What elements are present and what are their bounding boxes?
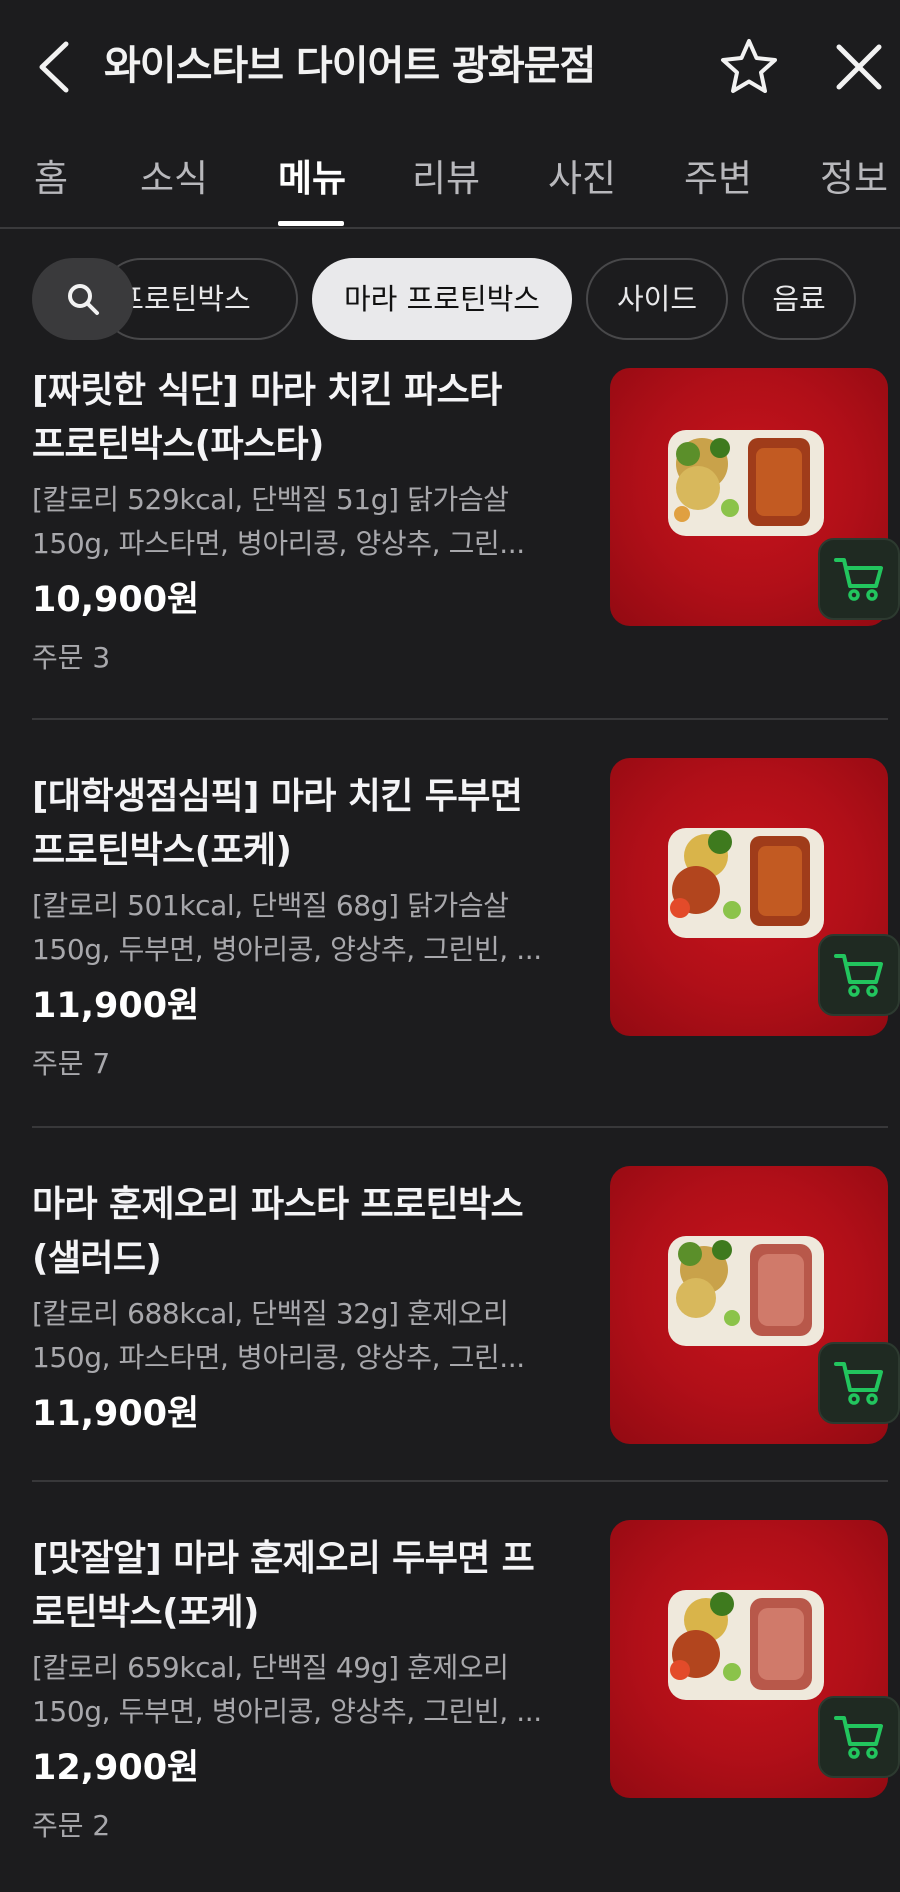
close-icon	[836, 44, 882, 90]
tab-info[interactable]: 정보	[820, 149, 888, 209]
chip-label: 프로틴박스	[117, 282, 251, 316]
item-divider	[32, 1480, 888, 1482]
chip-mala-protein-box[interactable]: 마라 프로틴박스	[312, 258, 572, 340]
star-outline-icon	[721, 39, 777, 93]
cart-icon	[834, 558, 883, 601]
menu-item-description-line: [칼로리 659kcal, 단백질 49g] 훈제오리	[32, 1651, 509, 1684]
item-divider	[32, 1126, 888, 1128]
menu-item-description: [칼로리 529kcal, 단백질 51g] 닭가슴살 150g, 파스타면, …	[32, 478, 572, 566]
menu-item-description-line: 150g, 두부면, 병아리콩, 양상추, 그린빈, ...	[32, 1695, 542, 1728]
category-chip-bar: 프로틴박스 마라 프로틴박스 사이드 음료	[0, 230, 900, 364]
menu-item-price: 11,900원	[32, 986, 200, 1026]
menu-item-name-line: 로틴박스(포케)	[32, 1592, 259, 1633]
tab-home[interactable]: 홈	[34, 149, 68, 209]
favorite-button[interactable]	[718, 36, 780, 98]
menu-item-description-line: [칼로리 501kcal, 단백질 68g] 닭가슴살	[32, 889, 509, 922]
menu-item-name-line: (샐러드)	[32, 1238, 162, 1279]
tab-photos[interactable]: 사진	[548, 149, 616, 209]
active-tab-indicator	[278, 221, 344, 226]
tab-bar: 홈 소식 메뉴 리뷰 사진 주변 정보	[0, 135, 900, 229]
chip-side[interactable]: 사이드	[586, 258, 728, 340]
menu-item-order-count: 주문 7	[32, 1047, 111, 1080]
menu-item[interactable]: [맛잘알] 마라 훈제오리 두부면 프 로틴박스(포케) [칼로리 659kca…	[32, 1520, 900, 1882]
menu-item-description: [칼로리 501kcal, 단백질 68g] 닭가슴살 150g, 두부면, 병…	[32, 884, 572, 972]
menu-item-description-line: [칼로리 529kcal, 단백질 51g] 닭가슴살	[32, 483, 509, 516]
menu-item-description: [칼로리 688kcal, 단백질 32g] 훈제오리 150g, 파스타면, …	[32, 1292, 572, 1380]
menu-item[interactable]: [짜릿한 식단] 마라 치킨 파스타 프로틴박스(파스타) [칼로리 529kc…	[32, 364, 900, 714]
menu-item-description-line: 150g, 두부면, 병아리콩, 양상추, 그린빈, ...	[32, 933, 542, 966]
menu-item-name-line: [대학생점심픽] 마라 치킨 두부면	[32, 776, 523, 817]
menu-item-name: [대학생점심픽] 마라 치킨 두부면 프로틴박스(포케)	[32, 770, 572, 878]
tab-reviews[interactable]: 리뷰	[412, 149, 480, 209]
menu-item-name-line: [맛잘알] 마라 훈제오리 두부면 프	[32, 1538, 535, 1579]
search-icon	[68, 284, 99, 315]
page-title: 와이스타브 다이어트 광화문점	[104, 43, 596, 89]
add-to-cart-button[interactable]	[818, 538, 900, 620]
tab-menu[interactable]: 메뉴	[278, 149, 346, 209]
menu-item-order-count: 주문 3	[32, 641, 111, 674]
menu-item-name-line: 프로틴박스(파스타)	[32, 424, 324, 465]
menu-item-description-line: 150g, 파스타면, 병아리콩, 양상추, 그린...	[32, 1341, 525, 1374]
menu-item-order-count: 주문 2	[32, 1809, 111, 1842]
menu-item-name-line: 프로틴박스(포케)	[32, 830, 292, 871]
item-divider	[32, 718, 888, 720]
chip-label: 마라 프로틴박스	[344, 282, 540, 316]
menu-item-name: [짜릿한 식단] 마라 치킨 파스타 프로틴박스(파스타)	[32, 364, 572, 472]
cart-icon	[834, 1716, 883, 1759]
menu-item-description-line: [칼로리 688kcal, 단백질 32g] 훈제오리	[32, 1297, 509, 1330]
chip-drinks[interactable]: 음료	[742, 258, 856, 340]
menu-item[interactable]: [대학생점심픽] 마라 치킨 두부면 프로틴박스(포케) [칼로리 501kca…	[32, 758, 900, 1120]
menu-item-name: 마라 훈제오리 파스타 프로틴박스 (샐러드)	[32, 1178, 572, 1286]
tab-nearby[interactable]: 주변	[684, 149, 752, 209]
menu-item-description-line: 150g, 파스타면, 병아리콩, 양상추, 그린...	[32, 527, 525, 560]
menu-search-button[interactable]	[32, 258, 134, 340]
menu-item-description: [칼로리 659kcal, 단백질 49g] 훈제오리 150g, 두부면, 병…	[32, 1646, 572, 1734]
add-to-cart-button[interactable]	[818, 1696, 900, 1778]
add-to-cart-button[interactable]	[818, 934, 900, 1016]
close-button[interactable]	[832, 40, 886, 94]
back-button[interactable]	[32, 36, 80, 98]
menu-item-price: 12,900원	[32, 1748, 200, 1788]
cart-icon	[834, 954, 883, 997]
menu-item-name: [맛잘알] 마라 훈제오리 두부면 프 로틴박스(포케)	[32, 1532, 572, 1640]
menu-item-name-line: [짜릿한 식단] 마라 치킨 파스타	[32, 370, 502, 411]
chevron-left-icon	[39, 41, 69, 93]
tab-news[interactable]: 소식	[140, 149, 208, 209]
add-to-cart-button[interactable]	[818, 1342, 900, 1424]
menu-item-name-line: 마라 훈제오리 파스타 프로틴박스	[32, 1184, 524, 1225]
chip-label: 음료	[772, 282, 826, 316]
chip-label: 사이드	[616, 282, 698, 316]
menu-item-price: 11,900원	[32, 1394, 200, 1434]
menu-item-price: 10,900원	[32, 580, 200, 620]
top-app-bar: 와이스타브 다이어트 광화문점	[0, 0, 900, 135]
menu-item[interactable]: 마라 훈제오리 파스타 프로틴박스 (샐러드) [칼로리 688kcal, 단백…	[32, 1166, 900, 1478]
cart-icon	[834, 1362, 883, 1405]
